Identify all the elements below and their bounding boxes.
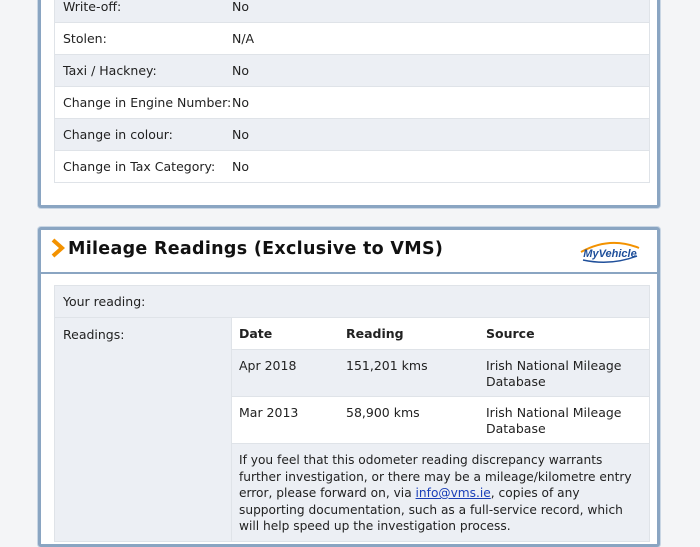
panel-title: Mileage Readings (Exclusive to VMS) <box>68 239 444 259</box>
row-value: No <box>232 159 249 174</box>
reading-value: 151,201 kms <box>346 358 428 373</box>
mileage-panel: Mileage Readings (Exclusive to VMS) MyVe… <box>38 227 660 547</box>
row-value: No <box>232 0 249 14</box>
readings-label: Readings: <box>55 318 232 541</box>
row-value: No <box>232 63 249 78</box>
mileage-panel-header: Mileage Readings (Exclusive to VMS) MyVe… <box>41 230 657 274</box>
reading-date: Mar 2013 <box>239 405 299 420</box>
discrepancy-note: If you feel that this odometer reading d… <box>232 444 649 541</box>
history-row-engine: Change in Engine Number: No <box>55 87 649 119</box>
your-reading-label: Your reading: <box>63 294 146 309</box>
email-link[interactable]: info@vms.ie <box>416 486 491 500</box>
your-reading-row: Your reading: <box>55 286 649 318</box>
readings-row: Readings: Date Reading Source Apr 2018 1… <box>55 318 649 541</box>
history-table: Write-off: No Stolen: N/A Taxi / Hackney… <box>54 0 650 183</box>
history-row-colour: Change in colour: No <box>55 119 649 151</box>
history-row-taxi: Taxi / Hackney: No <box>55 55 649 87</box>
reading-source: Irish National Mileage Database <box>486 358 622 389</box>
row-label: Change in colour: <box>63 127 173 142</box>
readings-header-row: Date Reading Source <box>232 318 649 350</box>
row-value: No <box>232 95 249 110</box>
myvehicle-logo: MyVehicle <box>580 241 640 263</box>
history-row-stolen: Stolen: N/A <box>55 23 649 55</box>
reading-value: 58,900 kms <box>346 405 420 420</box>
reading-source: Irish National Mileage Database <box>486 405 622 436</box>
logo-text: MyVehicle <box>583 248 636 260</box>
column-header-source: Source <box>486 326 535 341</box>
row-label: Change in Tax Category: <box>63 159 216 174</box>
row-label: Taxi / Hackney: <box>63 63 157 78</box>
row-value: No <box>232 127 249 142</box>
row-label: Change in Engine Number: <box>63 95 232 110</box>
readings-grid: Date Reading Source Apr 2018 151,201 kms… <box>232 318 649 541</box>
column-header-reading: Reading <box>346 326 404 341</box>
reading-date: Apr 2018 <box>239 358 297 373</box>
row-label: Stolen: <box>63 31 107 46</box>
row-label: Write-off: <box>63 0 122 14</box>
history-row-write-off: Write-off: No <box>55 0 649 23</box>
vehicle-history-panel: Write-off: No Stolen: N/A Taxi / Hackney… <box>38 0 660 208</box>
column-header-date: Date <box>239 326 273 341</box>
table-row: Apr 2018 151,201 kms Irish National Mile… <box>232 350 649 397</box>
table-row: Mar 2013 58,900 kms Irish National Milea… <box>232 397 649 444</box>
row-value: N/A <box>232 31 255 46</box>
chevron-right-icon <box>51 238 65 258</box>
history-row-tax-category: Change in Tax Category: No <box>55 151 649 182</box>
mileage-table: Your reading: Readings: Date Reading Sou… <box>54 285 650 542</box>
